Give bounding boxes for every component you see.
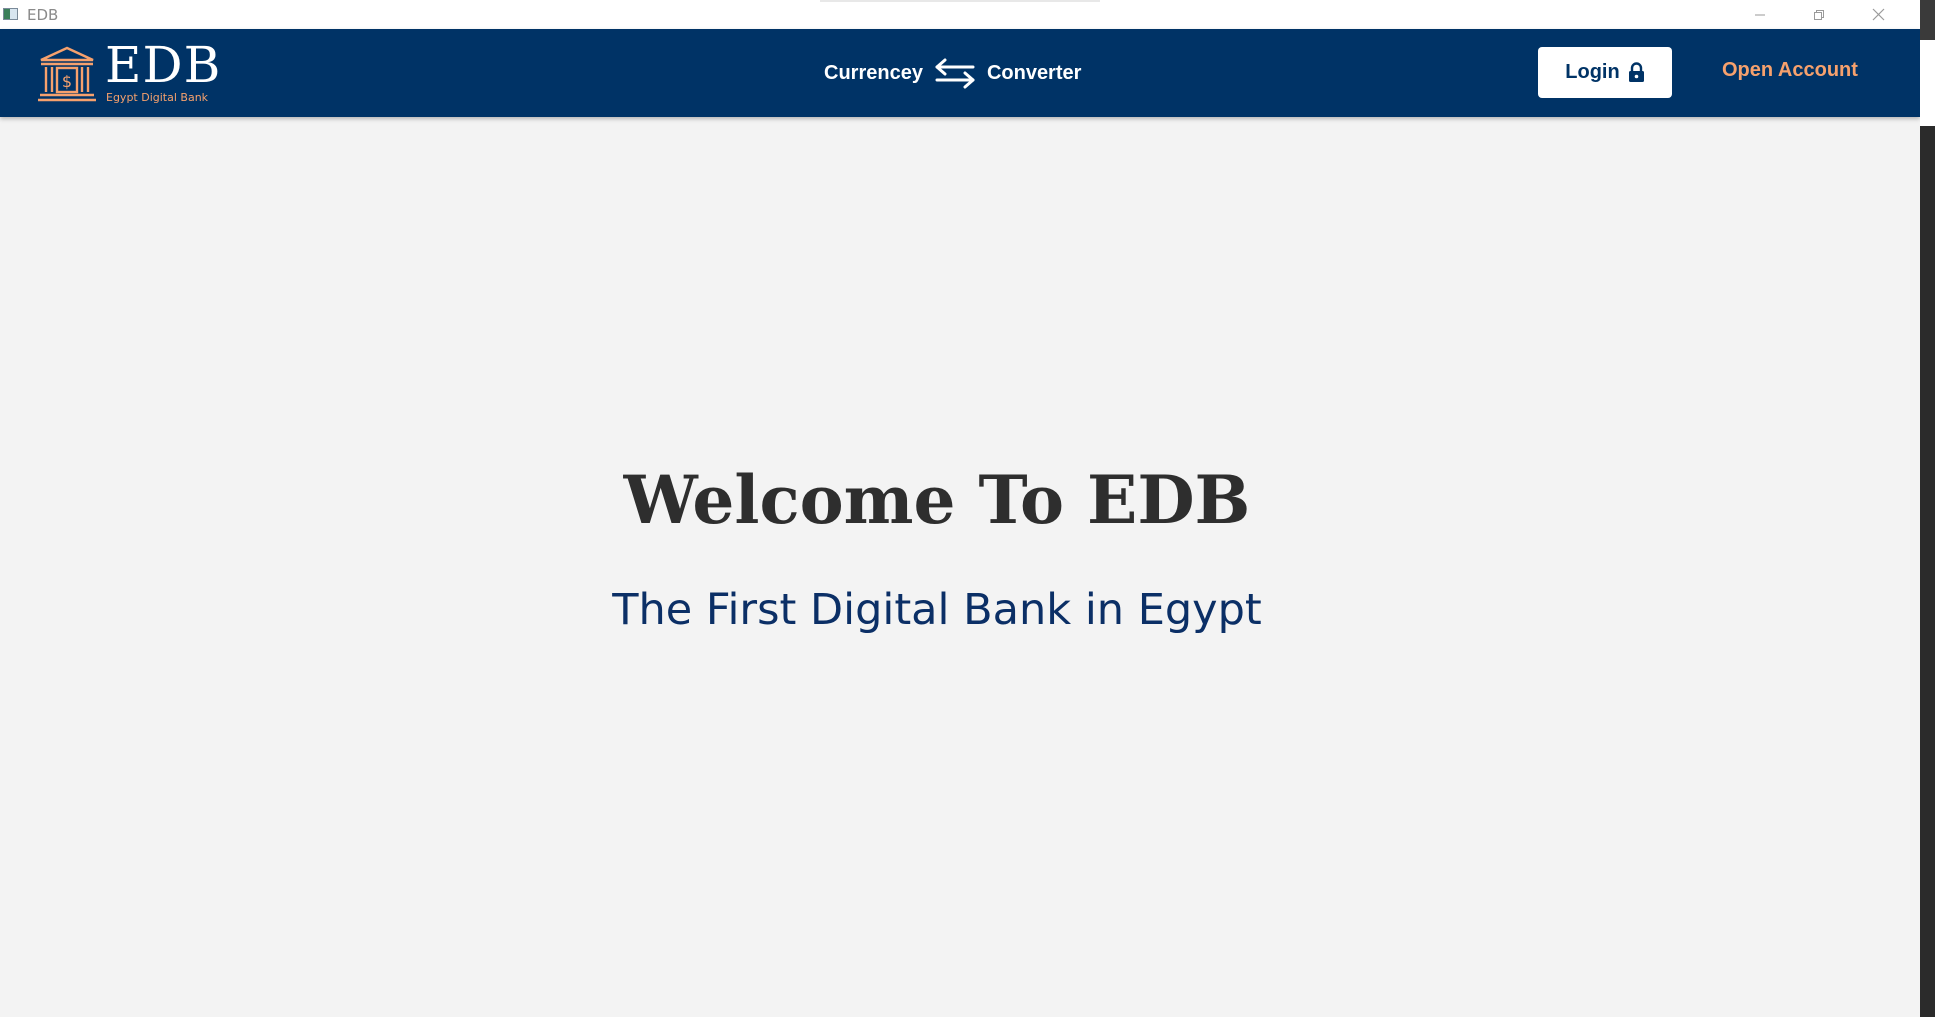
edb-logo[interactable]: $ EDB Egypt Digital Bank xyxy=(37,37,220,107)
close-icon xyxy=(1872,8,1884,21)
lock-icon xyxy=(1628,62,1644,82)
restore-button[interactable] xyxy=(1790,0,1848,29)
welcome-subtitle: The First Digital Bank in Egypt xyxy=(612,585,1262,635)
app-window: EDB $ EDB Egypt Digital Bank Currencey C… xyxy=(0,0,1920,1017)
close-button[interactable] xyxy=(1849,0,1907,29)
converter-label-left: Currencey xyxy=(824,61,923,84)
login-label: Login xyxy=(1565,61,1620,83)
logo-tagline: Egypt Digital Bank xyxy=(106,91,209,104)
window-titlebar: EDB xyxy=(0,0,1920,29)
bank-building-icon: $ xyxy=(38,46,96,102)
top-navbar: $ EDB Egypt Digital Bank Currencey Conve… xyxy=(0,29,1920,117)
window-title: EDB xyxy=(27,6,59,24)
currency-converter-link[interactable]: Currencey Converter xyxy=(824,55,1081,91)
converter-label-right: Converter xyxy=(986,61,1082,84)
svg-text:$: $ xyxy=(62,72,72,91)
app-window-icon xyxy=(3,8,18,20)
swap-arrows-icon xyxy=(935,58,975,89)
open-account-link[interactable]: Open Account xyxy=(1722,59,1858,82)
restore-icon xyxy=(1814,9,1824,20)
screen-edge xyxy=(1920,0,1935,1017)
welcome-heading: Welcome To EDB xyxy=(623,461,1251,539)
login-button[interactable]: Login xyxy=(1538,47,1672,98)
minimize-button[interactable] xyxy=(1731,0,1789,29)
titlebar-divider xyxy=(820,0,1100,2)
minimize-icon xyxy=(1755,14,1765,15)
logo-wordmark: EDB xyxy=(105,36,222,94)
